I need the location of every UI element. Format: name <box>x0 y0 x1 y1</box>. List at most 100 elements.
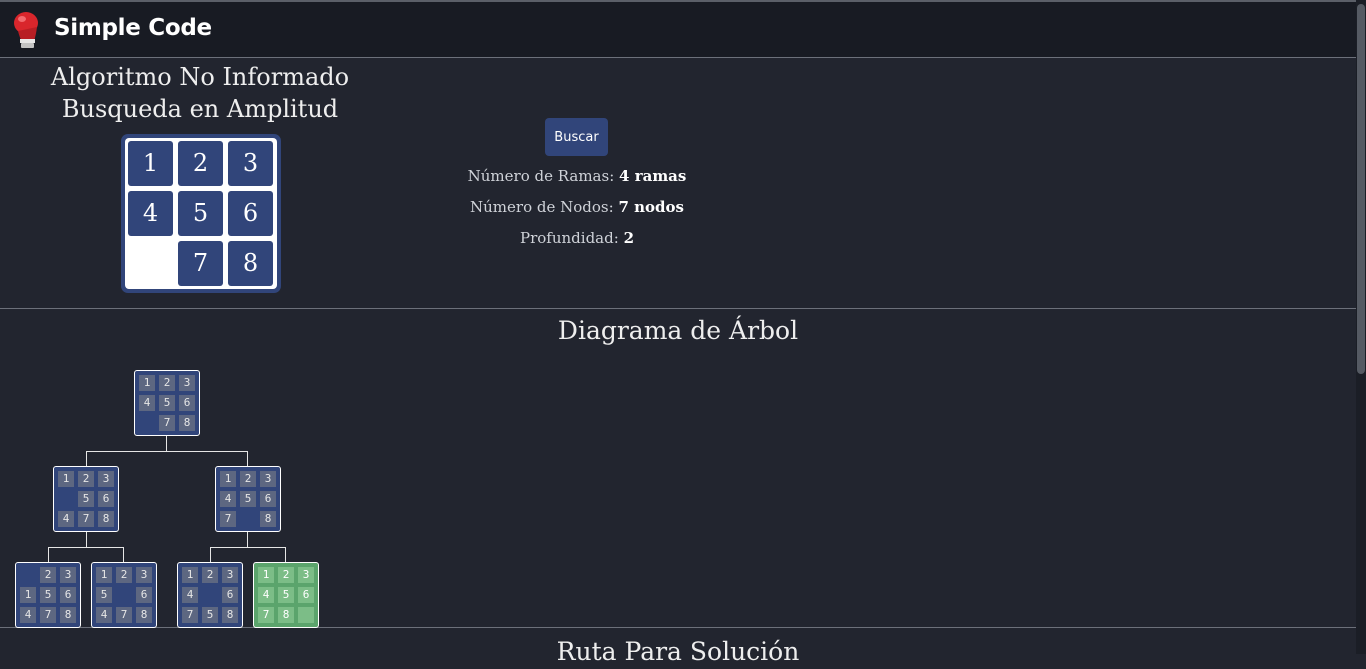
tree-node-tile: 3 <box>298 567 314 583</box>
tree-node-tile <box>240 511 256 527</box>
tree-node-tile: 7 <box>182 607 198 623</box>
tree-node-tile: 6 <box>260 491 276 507</box>
tree-node-tile: 7 <box>40 607 56 623</box>
tree-section: Diagrama de Árbol 1234567812356478123456… <box>0 310 1356 628</box>
tree-connector <box>86 451 87 466</box>
tree-node-tile <box>298 607 314 623</box>
tree-node-tile: 7 <box>116 607 132 623</box>
tree-node-tile <box>116 587 132 603</box>
puzzle-grid: 123 45678 <box>125 138 277 289</box>
tree-node-tile: 6 <box>98 491 114 507</box>
tree-node-tile: 4 <box>220 491 236 507</box>
tree-node-tile <box>202 587 218 603</box>
tree-node-tile: 2 <box>240 471 256 487</box>
tree-node-tile: 3 <box>222 567 238 583</box>
tree-node-tile: 4 <box>182 587 198 603</box>
tree-node-tile: 5 <box>96 587 112 603</box>
puzzle-tile[interactable]: 6 <box>228 191 273 236</box>
route-section: Ruta Para Solución <box>0 629 1356 669</box>
tree-node-tile: 5 <box>40 587 56 603</box>
tree-node-tile: 3 <box>98 471 114 487</box>
tree-node-tile: 1 <box>220 471 236 487</box>
tree-node-tile: 2 <box>159 375 175 391</box>
branches-stat: Número de Ramas: 4 ramas <box>377 167 777 185</box>
tree-node-tile: 7 <box>258 607 274 623</box>
tree-node-tile: 6 <box>136 587 152 603</box>
tree-node-tile <box>58 491 74 507</box>
route-title: Ruta Para Solución <box>556 637 800 666</box>
tree-node-tile: 8 <box>278 607 294 623</box>
tree-node-tile: 7 <box>78 511 94 527</box>
tree-node-tile: 1 <box>182 567 198 583</box>
puzzle-tile[interactable]: 4 <box>128 191 173 236</box>
app-header: Simple Code <box>0 2 1356 58</box>
search-button[interactable]: Buscar <box>545 118 608 156</box>
tree-node-tile: 5 <box>78 491 94 507</box>
tree-node: 23 156 478 <box>15 562 81 628</box>
tree-node-tile: 6 <box>222 587 238 603</box>
boxing-glove-icon[interactable] <box>12 11 42 49</box>
puzzle-tile[interactable]: 5 <box>178 191 223 236</box>
puzzle-tile[interactable]: 1 <box>128 141 173 186</box>
scrollbar-thumb[interactable] <box>1357 4 1365 374</box>
puzzle-tile[interactable]: 2 <box>178 141 223 186</box>
tree-node-tile: 6 <box>179 395 195 411</box>
tree-node: 12356478 <box>91 562 157 628</box>
branches-value: 4 ramas <box>619 167 687 185</box>
tree-node-tile <box>139 415 155 431</box>
tree-connector <box>48 547 49 562</box>
algorithm-title-line2: Busqueda en Amplitud <box>61 95 339 123</box>
tree-node-tile: 3 <box>60 567 76 583</box>
tree-node-tile: 3 <box>179 375 195 391</box>
tree-node-tile: 8 <box>136 607 152 623</box>
tree-connector <box>48 547 124 548</box>
tree-node-tile: 1 <box>258 567 274 583</box>
nodes-label: Número de Nodos: <box>470 198 614 216</box>
tree-node-tile: 5 <box>278 587 294 603</box>
tree-node-tile: 1 <box>96 567 112 583</box>
tree-node-tile: 2 <box>40 567 56 583</box>
depth-label: Profundidad: <box>520 229 619 247</box>
tree-node-tile: 8 <box>179 415 195 431</box>
tree-node-tile: 5 <box>240 491 256 507</box>
tree-node-tile: 2 <box>202 567 218 583</box>
tree-connector <box>247 532 248 547</box>
tree-node-tile: 4 <box>20 607 36 623</box>
tree-node-tile: 7 <box>220 511 236 527</box>
tree-connector <box>210 547 211 562</box>
tree-node-tile: 4 <box>58 511 74 527</box>
algorithm-title-line1: Algoritmo No Informado <box>50 63 350 91</box>
brand-title[interactable]: Simple Code <box>54 15 212 41</box>
tree-connector <box>86 532 87 547</box>
branches-label: Número de Ramas: <box>467 167 615 185</box>
algorithm-section: Algoritmo No Informado Busqueda en Ampli… <box>0 59 1356 309</box>
puzzle-board: 123 45678 <box>121 134 281 293</box>
tree-node-tile: 6 <box>60 587 76 603</box>
tree-node-tile <box>20 567 36 583</box>
tree-node-tile: 4 <box>258 587 274 603</box>
tree-node-tile: 2 <box>278 567 294 583</box>
tree-connector <box>285 547 286 562</box>
scrollbar[interactable] <box>1356 0 1366 654</box>
tree-node-tile: 4 <box>139 395 155 411</box>
tree-node-tile: 1 <box>20 587 36 603</box>
tree-node-tile: 3 <box>260 471 276 487</box>
tree-node-tile: 8 <box>260 511 276 527</box>
tree-node: 123 456 7 8 <box>215 466 281 532</box>
depth-stat: Profundidad: 2 <box>377 229 777 247</box>
puzzle-tile[interactable]: 7 <box>178 241 223 286</box>
tree-node-tile: 1 <box>58 471 74 487</box>
tree-node-tile: 6 <box>298 587 314 603</box>
tree-connector <box>166 436 167 451</box>
tree-node-tile: 4 <box>96 607 112 623</box>
algorithm-title: Algoritmo No Informado Busqueda en Ampli… <box>0 61 400 125</box>
tree-node-tile: 8 <box>60 607 76 623</box>
tree-node-goal: 123 456 78 <box>253 562 319 628</box>
puzzle-tile[interactable]: 8 <box>228 241 273 286</box>
tree-node: 12356478 <box>53 466 119 532</box>
tree-node-tile: 7 <box>159 415 175 431</box>
depth-value: 2 <box>623 229 634 247</box>
puzzle-tile[interactable]: 3 <box>228 141 273 186</box>
tree-connector <box>86 451 248 452</box>
tree-connector <box>123 547 124 562</box>
